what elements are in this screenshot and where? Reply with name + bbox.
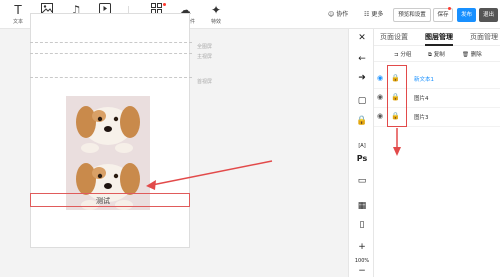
more-label: 更多 <box>371 11 384 18</box>
copy-button[interactable]: ⧉ 复制 <box>428 50 445 59</box>
group-label: 分组 <box>400 52 412 58</box>
copy-label: 复制 <box>433 52 445 58</box>
text-icon: T <box>14 3 22 17</box>
dog-photo-image <box>66 96 150 153</box>
collab-label: 协作 <box>336 11 349 18</box>
layer-actions: ⊐ 分组 ⧉ 复制 🗑 删除 <box>374 46 500 62</box>
layer-name: 新文本1 <box>414 77 434 83</box>
tab-layer-management[interactable]: 图层管理 <box>425 29 453 46</box>
layer-name: 图片3 <box>414 115 429 121</box>
save-label: 保存 <box>437 12 449 18</box>
phone-preview-icon[interactable]: ▯ <box>349 219 375 231</box>
redo-icon[interactable]: ➜ <box>349 72 375 84</box>
zone-label-full-screen: 全图屏 <box>197 44 213 50</box>
zoom-in-icon[interactable]: + <box>349 241 375 253</box>
group-icon: ⊐ <box>394 52 399 58</box>
selected-text-box[interactable] <box>30 193 190 207</box>
publish-button[interactable]: 发布 <box>457 8 476 22</box>
effects-tool-button[interactable]: ✦ 特效 <box>203 3 229 25</box>
tab-page-settings[interactable]: 页面设置 <box>380 29 408 46</box>
zoom-out-icon[interactable]: − <box>349 265 375 277</box>
grid-icon[interactable]: ▦ <box>349 200 375 212</box>
ai-text-icon[interactable]: [A] <box>349 140 375 152</box>
group-button[interactable]: ⊐ 分组 <box>394 50 411 58</box>
tab-page-management[interactable]: 页面管理 <box>470 29 498 46</box>
exit-button[interactable]: 退出 <box>479 8 498 22</box>
layer-name: 图片4 <box>414 96 429 102</box>
delete-label: 删除 <box>470 52 482 58</box>
visibility-eye-icon[interactable]: ◉ <box>377 93 383 101</box>
lock-column-highlight <box>387 65 407 127</box>
panel-tabs: 页面设置 图层管理 页面管理 <box>374 29 500 46</box>
visibility-eye-icon[interactable]: ◉ <box>377 112 383 120</box>
more-icon: ☷ <box>364 11 370 18</box>
notification-dot <box>163 3 166 6</box>
undo-icon[interactable]: ← <box>349 53 375 65</box>
collab-icon: ☺ <box>328 11 335 18</box>
text-tool-label: 文本 <box>12 19 23 25</box>
zone-divider <box>30 42 192 43</box>
photoshop-import-icon[interactable]: Ps <box>349 153 375 165</box>
text-tool-button[interactable]: T 文本 <box>5 3 31 25</box>
zone-label-first-screen: 首视屏 <box>197 79 213 85</box>
subtitle-icon[interactable]: ▭ <box>349 175 375 187</box>
lock-icon[interactable]: 🔒 <box>349 115 375 127</box>
notification-dot <box>448 7 451 10</box>
close-icon[interactable]: ✕ <box>349 32 375 44</box>
preview-settings-button[interactable]: 预览和设置 <box>393 8 431 22</box>
delete-icon: 🗑 <box>462 52 469 58</box>
visibility-eye-icon[interactable]: ◉ <box>377 74 383 82</box>
effects-tool-label: 特效 <box>210 19 221 25</box>
zone-label-main-screen: 主视屏 <box>197 54 213 60</box>
collab-link[interactable]: ☺ 协作 <box>328 9 348 18</box>
side-tool-strip: ✕ ← ➜ ▢ 🔒 [A] Ps ▭ ▦ ▯ + 100% − <box>348 29 374 277</box>
delete-button[interactable]: 🗑 删除 <box>462 50 482 58</box>
selected-text-content[interactable]: 测试 <box>96 196 110 206</box>
effects-icon: ✦ <box>210 3 222 17</box>
zone-divider <box>30 53 192 54</box>
save-button[interactable]: 保存 <box>433 7 453 22</box>
copy-page-icon[interactable]: ▢ <box>349 95 375 107</box>
copy-icon: ⧉ <box>428 52 432 58</box>
more-link[interactable]: ☷ 更多 <box>364 9 383 18</box>
zone-divider <box>30 77 192 78</box>
